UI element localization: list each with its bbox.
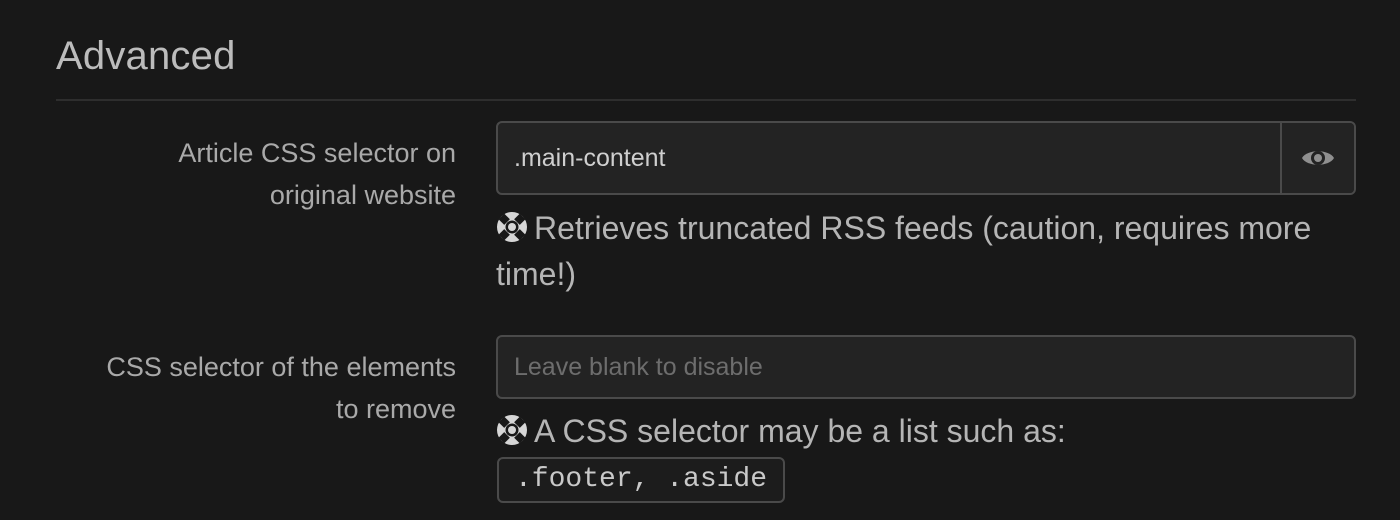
code-example: .footer, .aside — [497, 457, 786, 503]
article-css-selector-help: Retrieves truncated RSS feeds (caution, … — [496, 205, 1356, 297]
section-title: Advanced — [56, 34, 236, 78]
lifebuoy-icon — [497, 212, 527, 242]
remove-elements-selector-label-line2: to remove — [335, 394, 456, 424]
article-css-selector-label-line1: Article CSS selector on — [178, 138, 456, 168]
lifebuoy-icon — [497, 415, 527, 445]
article-css-selector-input-group — [496, 121, 1356, 195]
remove-elements-selector-input[interactable] — [498, 337, 1354, 397]
article-css-selector-label-line2: original website — [269, 180, 456, 210]
article-css-selector-label: Article CSS selector on original website — [56, 132, 456, 216]
remove-elements-selector-field — [496, 335, 1356, 399]
toggle-visibility-button[interactable] — [1280, 123, 1354, 193]
remove-elements-selector-label: CSS selector of the elements to remove — [56, 346, 456, 430]
eye-icon — [1302, 151, 1334, 165]
article-css-selector-input[interactable] — [498, 123, 1280, 193]
article-css-selector-help-text: Retrieves truncated RSS feeds (caution, … — [496, 210, 1312, 292]
remove-elements-selector-help: A CSS selector may be a list such as: — [496, 408, 1356, 454]
remove-elements-selector-label-line1: CSS selector of the elements — [106, 352, 456, 382]
section-divider — [56, 99, 1356, 101]
remove-elements-selector-help-text: A CSS selector may be a list such as: — [534, 413, 1066, 449]
advanced-settings-panel: Advanced Article CSS selector on origina… — [0, 0, 1400, 520]
